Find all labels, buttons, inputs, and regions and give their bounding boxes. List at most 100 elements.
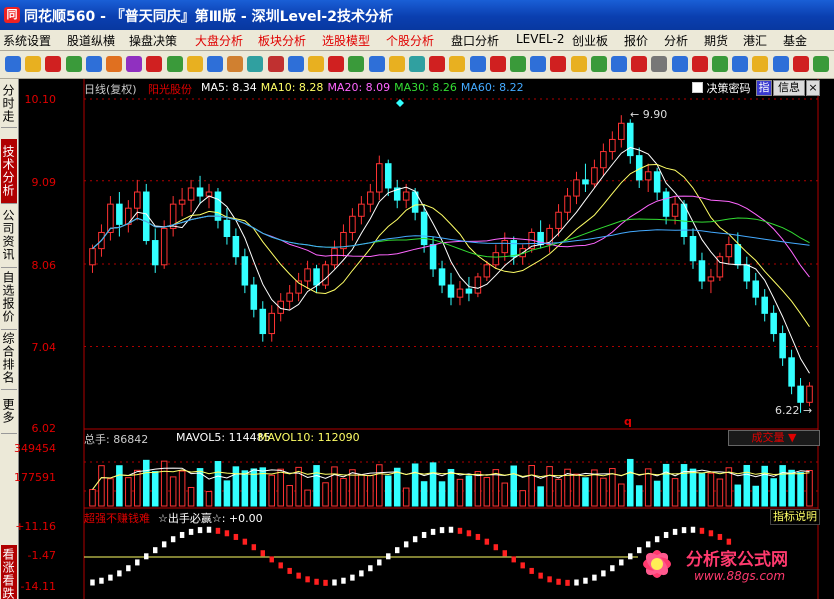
toolbar-tool-icon[interactable]	[489, 56, 506, 72]
menu-item[interactable]: 个股分析	[386, 32, 434, 49]
toolbar-tool-icon[interactable]	[792, 56, 809, 72]
toolbar-tool-icon[interactable]	[126, 56, 143, 72]
toolbar-tool-icon[interactable]	[368, 56, 385, 72]
toolbar-tool-icon[interactable]	[328, 56, 345, 72]
menu-item[interactable]: 期货	[704, 32, 728, 49]
price-y-tick: 9.09	[31, 176, 57, 189]
menu-item[interactable]: 盘口分析	[451, 32, 499, 49]
ma-legend-item: MA20: 8.09	[327, 81, 391, 94]
menu-item[interactable]: 创业板	[572, 32, 608, 49]
low-price-value: 6.22	[775, 404, 800, 417]
toolbar-tool-icon[interactable]	[691, 56, 708, 72]
volume-bar	[223, 480, 231, 507]
toolbar-tool-icon[interactable]	[409, 56, 425, 72]
toolbar-tool-icon[interactable]	[813, 56, 829, 72]
candle-body	[429, 244, 437, 270]
toolbar-tool-icon[interactable]	[166, 56, 183, 72]
toolbar-tool-icon[interactable]	[449, 56, 466, 72]
left-tab[interactable]: 技术分析	[1, 139, 17, 204]
toolbar-tool-icon[interactable]	[247, 56, 264, 72]
toolbar-tool-icon[interactable]	[348, 56, 365, 72]
toolbar-tool-icon[interactable]	[590, 56, 607, 72]
panel-close-button[interactable]: ×	[806, 80, 820, 96]
menu-item[interactable]: 股道纵横	[67, 32, 115, 49]
menu-item[interactable]: 基金	[783, 32, 807, 49]
ma-line-30	[92, 215, 810, 258]
volume-bar	[618, 483, 625, 507]
candle-body	[483, 264, 491, 278]
menu-item[interactable]: 选股模型	[322, 32, 370, 49]
toolbar-tool-icon[interactable]	[146, 56, 163, 72]
candle-body	[591, 167, 598, 185]
menu-item[interactable]: LEVEL-2	[516, 32, 565, 46]
toolbar-tool-icon[interactable]	[550, 56, 567, 72]
toolbar-tool-icon[interactable]	[530, 56, 547, 72]
toolbar-tool-icon[interactable]	[712, 56, 728, 72]
indicator-help-button[interactable]: 指标说明	[770, 509, 820, 525]
volume-bar	[286, 485, 293, 507]
candle-body	[806, 385, 813, 403]
toolbar-tool-icon[interactable]	[510, 56, 526, 72]
toolbar-tool-icon[interactable]	[85, 56, 102, 72]
menu-item[interactable]: 板块分析	[258, 32, 306, 49]
toolbar-tool-icon[interactable]	[267, 56, 284, 72]
menu-item[interactable]: 分析	[664, 32, 688, 49]
toolbar-tool-icon[interactable]	[388, 56, 405, 72]
volume-bar	[600, 477, 607, 507]
menu-item[interactable]: 大盘分析	[195, 32, 243, 49]
toolbar-tool-icon[interactable]	[45, 56, 62, 72]
candle-body	[689, 236, 697, 262]
volume-bar	[438, 481, 446, 507]
candle-body	[752, 280, 760, 298]
decision-code-checkbox[interactable]: 决策密码	[692, 80, 751, 96]
candle-body	[232, 236, 240, 258]
volume-bar	[393, 467, 401, 507]
left-tab[interactable]: 自选报价	[1, 265, 17, 330]
volume-bar	[626, 458, 634, 507]
left-tab[interactable]: 综合排名	[1, 327, 17, 390]
checkbox-box[interactable]	[692, 82, 703, 93]
candle-body	[788, 357, 795, 387]
ma-line-60	[92, 215, 810, 249]
toolbar-tool-icon[interactable]	[65, 56, 82, 72]
toolbar-tool-icon[interactable]	[186, 56, 203, 72]
menu-item[interactable]: 报价	[624, 32, 648, 49]
indicator-y-tick: +11.16	[15, 520, 56, 533]
toolbar-tool-icon[interactable]	[469, 56, 486, 72]
chart-area[interactable]: 日线(复权) 阳光股份 MA5: 8.34 MA10: 8.28 MA20: 8.0…	[14, 79, 834, 599]
toolbar-tool-icon[interactable]	[5, 56, 21, 72]
zhi-button[interactable]: 指	[756, 80, 772, 96]
volume-bar	[456, 478, 464, 507]
toolbar-tool-icon[interactable]	[287, 56, 304, 72]
toolbar-tool-icon[interactable]	[732, 56, 749, 72]
volume-bar	[304, 489, 311, 507]
menu-item[interactable]: 操盘决策	[129, 32, 177, 49]
toolbar-tool-icon[interactable]	[227, 56, 244, 72]
volume-bar	[322, 482, 329, 507]
candle-body	[313, 268, 320, 286]
toolbar-tool-icon[interactable]	[772, 56, 789, 72]
candle-body	[187, 187, 195, 201]
info-button[interactable]: 信息	[773, 80, 805, 96]
flower-logo-icon	[643, 550, 671, 578]
toolbar-tool-icon[interactable]	[631, 56, 648, 72]
volume-bar	[384, 475, 392, 507]
menu-item[interactable]: 港汇	[743, 32, 767, 49]
candle-body	[770, 312, 777, 335]
toolbar-tool-icon[interactable]	[671, 56, 688, 72]
menu-item[interactable]: 系统设置	[3, 32, 51, 49]
toolbar-tool-icon[interactable]	[570, 56, 587, 72]
volume-type-selector[interactable]: 成交量 ▼	[728, 430, 820, 446]
toolbar-tool-icon[interactable]	[752, 56, 769, 72]
volume-bar	[689, 468, 697, 507]
toolbar-tool-icon[interactable]	[611, 56, 627, 72]
toolbar-tool-icon[interactable]	[207, 56, 223, 72]
toolbar-tool-icon[interactable]	[308, 56, 324, 72]
toolbar-tool-icon[interactable]	[106, 56, 122, 72]
toolbar-tool-icon[interactable]	[25, 56, 42, 72]
candle-body	[196, 187, 204, 197]
toolbar-tool-icon[interactable]	[429, 56, 446, 72]
toolbar-tool-icon[interactable]	[651, 56, 668, 72]
candle-body	[698, 260, 706, 282]
period-label[interactable]: 日线(复权)	[84, 81, 137, 97]
